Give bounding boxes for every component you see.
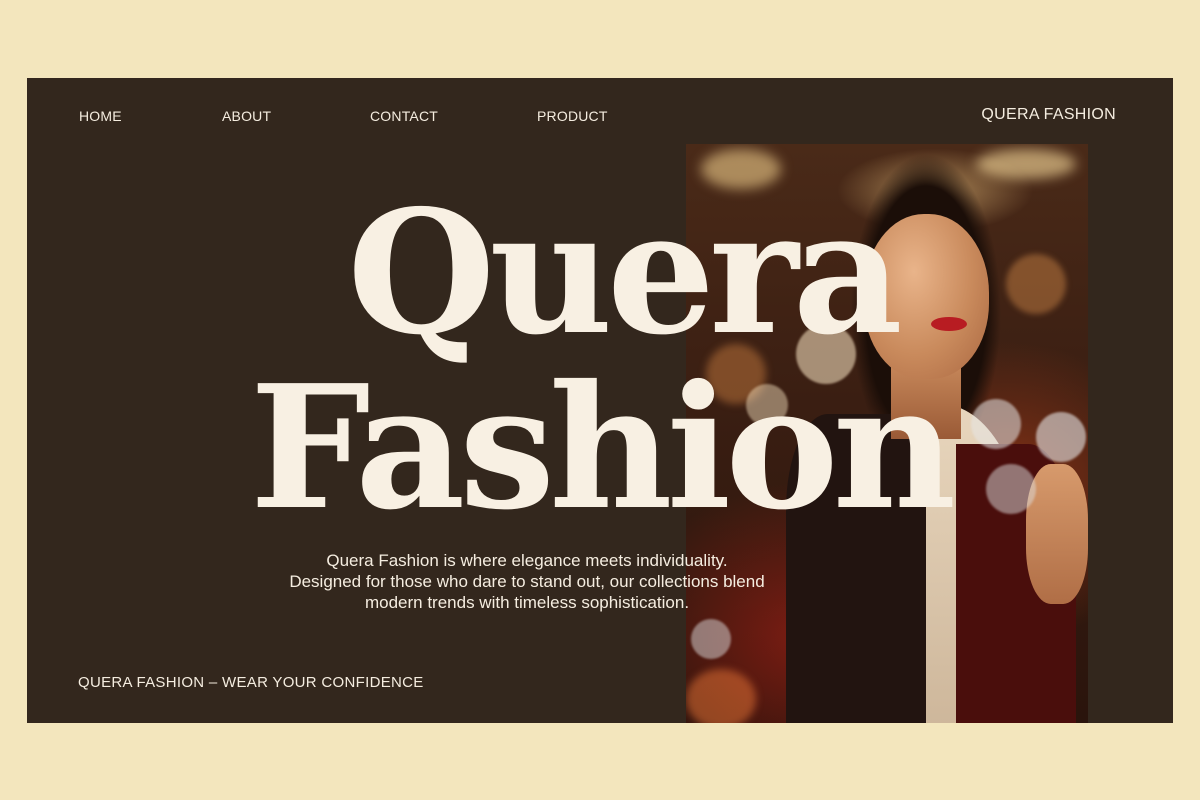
tagline-line-2: Designed for those who dare to stand out… (289, 572, 765, 591)
footer-slogan: QUERA FASHION – WEAR YOUR CONFIDENCE (78, 674, 424, 691)
tagline-line-3: modern trends with timeless sophisticati… (364, 593, 690, 612)
tagline-line-1: Quera Fashion is where elegance meets in… (326, 551, 728, 570)
tagline: Quera Fashion is where elegance meets in… (177, 550, 877, 613)
nav-about-link[interactable]: ABOUT (222, 108, 271, 124)
hero-title-line-1: Quera (347, 173, 903, 373)
nav-home-link[interactable]: HOME (79, 108, 122, 124)
nav-product-link[interactable]: PRODUCT (537, 108, 608, 124)
hero-title-line-2: Fashion (249, 348, 956, 548)
hero-panel: HOME ABOUT CONTACT PRODUCT QUERA FASHION… (27, 78, 1173, 723)
brand-logo[interactable]: QUERA FASHION (981, 106, 1116, 124)
nav-contact-link[interactable]: CONTACT (370, 108, 438, 124)
